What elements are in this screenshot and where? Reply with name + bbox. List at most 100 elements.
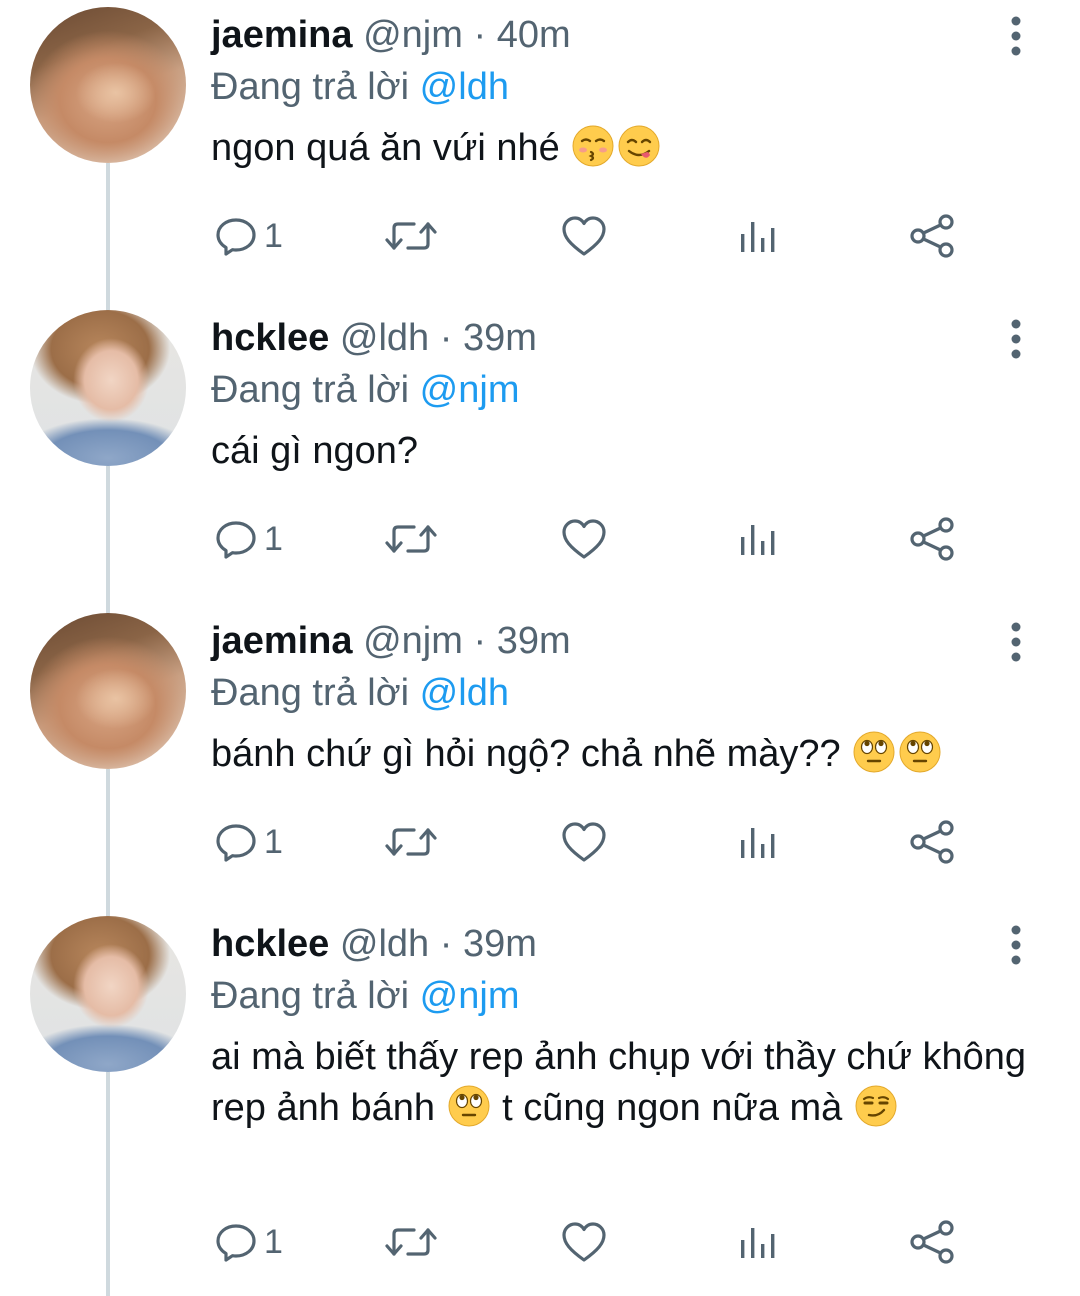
replying-to-mention[interactable]: @njm <box>420 975 520 1017</box>
face-savoring-food-icon <box>618 125 660 167</box>
reply-count: 1 <box>264 519 283 558</box>
reply-button[interactable]: 1 <box>214 206 283 266</box>
avatar[interactable] <box>30 7 186 163</box>
face-rolling-eyes-icon <box>853 731 895 773</box>
display-name[interactable]: hcklee <box>211 317 329 359</box>
tweet-actions: 1 <box>0 1212 1080 1272</box>
user-handle: @njm <box>363 14 463 56</box>
replying-prefix: Đang trả lời <box>211 66 410 108</box>
separator-dot: · <box>439 923 453 965</box>
replying-to-mention[interactable]: @ldh <box>420 672 509 714</box>
timestamp[interactable]: 39m <box>497 620 571 662</box>
heart-icon <box>562 519 606 559</box>
retweet-icon <box>385 222 437 250</box>
like-button[interactable] <box>560 812 608 872</box>
more-vertical-icon <box>1011 16 1021 56</box>
heart-icon <box>562 822 606 862</box>
tweet-text-part: bánh chứ gì hỏi ngộ? chả nhẽ mày?? <box>211 733 852 775</box>
more-vertical-icon <box>1011 925 1021 965</box>
heart-icon <box>562 1222 606 1262</box>
replying-prefix: Đang trả lời <box>211 672 410 714</box>
thread: jaemina @njm · 40m Đang trả lời @ldh ngo… <box>0 0 1080 1296</box>
smirking-face-icon <box>855 1085 897 1127</box>
share-button[interactable] <box>908 1212 956 1272</box>
retweet-icon <box>385 1228 437 1256</box>
views-button[interactable] <box>738 812 778 872</box>
tweet[interactable]: jaemina @njm · 39m Đang trả lời @ldh bán… <box>0 606 1080 909</box>
tweet-header: hcklee @ldh · 39m <box>211 921 537 967</box>
retweet-button[interactable] <box>384 509 438 569</box>
user-handle: @njm <box>363 620 463 662</box>
reply-count: 1 <box>264 1222 283 1261</box>
separator-dot: · <box>439 317 453 359</box>
replying-prefix: Đang trả lời <box>211 975 410 1017</box>
tweet-header: jaemina @njm · 40m <box>211 12 571 58</box>
timestamp[interactable]: 39m <box>463 923 537 965</box>
avatar[interactable] <box>30 916 186 1072</box>
kissing-face-icon <box>572 125 614 167</box>
share-button[interactable] <box>908 509 956 569</box>
views-button[interactable] <box>738 509 778 569</box>
share-icon <box>910 1220 954 1264</box>
tweet[interactable]: hcklee @ldh · 39m Đang trả lời @njm ai m… <box>0 909 1080 1296</box>
display-name[interactable]: jaemina <box>211 14 353 56</box>
display-name[interactable]: hcklee <box>211 923 329 965</box>
tweet-actions: 1 <box>0 206 1080 266</box>
tweet-text: cái gì ngon? <box>211 426 1041 477</box>
like-button[interactable] <box>560 509 608 569</box>
tweet[interactable]: hcklee @ldh · 39m Đang trả lời @njm cái … <box>0 303 1080 606</box>
timestamp[interactable]: 39m <box>463 317 537 359</box>
more-options-button[interactable] <box>1004 923 1028 967</box>
heart-icon <box>562 216 606 256</box>
analytics-bars-icon <box>741 1228 775 1258</box>
tweet-text: ai mà biết thấy rep ảnh chụp với thầy ch… <box>211 1032 1041 1134</box>
tweet-text-part: cái gì ngon? <box>211 430 419 472</box>
views-button[interactable] <box>738 206 778 266</box>
reply-button[interactable]: 1 <box>214 812 283 872</box>
more-options-button[interactable] <box>1004 620 1028 664</box>
like-button[interactable] <box>560 206 608 266</box>
tweet-actions: 1 <box>0 812 1080 872</box>
share-icon <box>910 517 954 561</box>
comment-bubble-icon <box>216 218 256 256</box>
retweet-button[interactable] <box>384 206 438 266</box>
face-rolling-eyes-icon <box>448 1085 490 1127</box>
retweet-button[interactable] <box>384 812 438 872</box>
reply-button[interactable]: 1 <box>214 509 283 569</box>
tweet-header: hcklee @ldh · 39m <box>211 315 537 361</box>
more-vertical-icon <box>1011 319 1021 359</box>
share-button[interactable] <box>908 206 956 266</box>
tweet[interactable]: jaemina @njm · 40m Đang trả lời @ldh ngo… <box>0 0 1080 303</box>
replying-to-mention[interactable]: @njm <box>420 369 520 411</box>
views-button[interactable] <box>738 1212 778 1272</box>
analytics-bars-icon <box>741 222 775 252</box>
user-handle: @ldh <box>339 317 430 359</box>
replying-to-line: Đang trả lời @njm <box>211 973 519 1019</box>
reply-count: 1 <box>264 822 283 861</box>
more-options-button[interactable] <box>1004 14 1028 58</box>
display-name[interactable]: jaemina <box>211 620 353 662</box>
tweet-text: bánh chứ gì hỏi ngộ? chả nhẽ mày?? <box>211 729 1041 780</box>
share-icon <box>910 214 954 258</box>
avatar[interactable] <box>30 310 186 466</box>
comment-bubble-icon <box>216 824 256 862</box>
separator-dot: · <box>473 14 487 56</box>
analytics-bars-icon <box>741 525 775 555</box>
reply-count: 1 <box>264 216 283 255</box>
replying-to-line: Đang trả lời @ldh <box>211 64 509 110</box>
replying-to-line: Đang trả lời @njm <box>211 367 519 413</box>
more-options-button[interactable] <box>1004 317 1028 361</box>
retweet-button[interactable] <box>384 1212 438 1272</box>
replying-prefix: Đang trả lời <box>211 369 410 411</box>
more-vertical-icon <box>1011 622 1021 662</box>
tweet-text-part: t cũng ngon nữa mà <box>491 1087 853 1129</box>
face-rolling-eyes-icon <box>899 731 941 773</box>
tweet-actions: 1 <box>0 509 1080 569</box>
avatar[interactable] <box>30 613 186 769</box>
tweet-header: jaemina @njm · 39m <box>211 618 571 664</box>
reply-button[interactable]: 1 <box>214 1212 283 1272</box>
share-button[interactable] <box>908 812 956 872</box>
replying-to-mention[interactable]: @ldh <box>420 66 509 108</box>
like-button[interactable] <box>560 1212 608 1272</box>
timestamp[interactable]: 40m <box>497 14 571 56</box>
